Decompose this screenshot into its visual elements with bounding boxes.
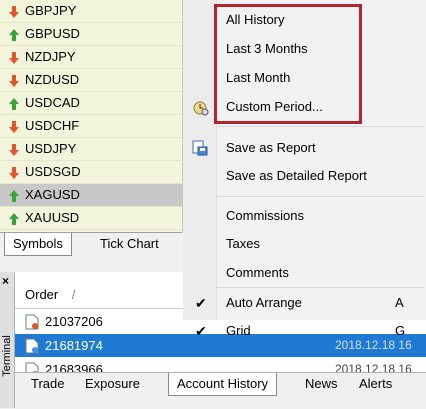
symbol-name: USDCHF — [25, 118, 80, 133]
arrow-up-icon — [8, 188, 20, 202]
symbol-row[interactable]: USDSGD — [0, 161, 182, 184]
menu-item-label: Taxes — [226, 236, 260, 251]
menu-item-shortcut: A — [395, 295, 404, 310]
arrow-down-icon — [8, 119, 20, 133]
menu-item-commissions[interactable]: Commissions — [183, 202, 426, 230]
menu-separator — [216, 196, 424, 197]
menu-item-label: Commissions — [226, 208, 305, 223]
order-column-header[interactable]: Order / — [25, 287, 75, 302]
tab-account-history[interactable]: Account History — [168, 373, 278, 396]
order-column-label: Order — [25, 287, 59, 302]
document-icon — [25, 338, 39, 354]
tab-news[interactable]: News — [297, 373, 346, 395]
arrow-down-icon — [8, 142, 20, 156]
tab-tick-chart[interactable]: Tick Chart — [92, 233, 167, 255]
menu-item-label: Grid — [226, 323, 251, 338]
symbol-name: USDSGD — [25, 164, 81, 179]
clock-icon — [192, 99, 210, 127]
order-id: 21681974 — [45, 338, 103, 353]
tab-label: Alerts — [359, 376, 393, 391]
checkmark-icon: ✔ — [195, 323, 207, 339]
symbol-row[interactable]: USDJPY — [0, 138, 182, 161]
sort-icon: / — [71, 287, 76, 302]
terminal-side-bar: × Terminal — [0, 272, 15, 408]
symbol-name: XAGUSD — [25, 187, 80, 202]
symbol-row[interactable]: XAGUSD — [0, 184, 182, 207]
checkmark-icon: ✔ — [195, 295, 207, 311]
symbol-name: XAUUSD — [25, 210, 80, 225]
order-id: 21037206 — [45, 314, 103, 329]
tab-label: Account History — [177, 376, 269, 391]
symbol-row[interactable]: XAUUSD — [0, 207, 182, 230]
menu-item-label: Auto Arrange — [226, 295, 302, 310]
terminal-tabs: Trade Exposure Account History News Aler… — [15, 372, 426, 409]
history-period-highlight — [214, 4, 362, 124]
tab-alerts[interactable]: Alerts — [351, 373, 400, 395]
symbol-name: GBPUSD — [25, 26, 80, 41]
menu-item-label: Save as Report — [226, 140, 316, 155]
menu-item-grid[interactable]: ✔ Grid G — [183, 317, 426, 345]
tab-label: Exposure — [85, 376, 140, 391]
symbol-row[interactable]: GBPJPY — [0, 0, 182, 23]
tab-symbols[interactable]: Symbols — [4, 233, 72, 256]
menu-separator — [216, 287, 424, 288]
tab-label: Tick Chart — [100, 236, 159, 251]
market-watch-tabs: Symbols Tick Chart — [0, 232, 182, 269]
tab-trade[interactable]: Trade — [23, 373, 72, 395]
menu-item-save-as-report[interactable]: Save as Report — [183, 134, 426, 162]
symbol-name: NZDJPY — [25, 49, 76, 64]
tab-label: Symbols — [13, 236, 63, 251]
menu-separator — [216, 126, 424, 127]
arrow-down-icon — [8, 73, 20, 87]
arrow-down-icon — [8, 4, 20, 18]
arrow-down-icon — [8, 165, 20, 179]
close-icon[interactable]: × — [2, 274, 9, 288]
arrow-up-icon — [8, 27, 20, 41]
terminal-label: Terminal — [1, 335, 13, 377]
symbol-name: GBPJPY — [25, 3, 77, 18]
menu-item-shortcut: G — [395, 323, 406, 338]
menu-item-auto-arrange[interactable]: ✔ Auto Arrange A — [183, 289, 426, 317]
symbol-name: NZDUSD — [25, 72, 80, 87]
tab-exposure[interactable]: Exposure — [77, 373, 148, 395]
arrow-up-icon — [8, 96, 20, 110]
arrow-up-icon — [8, 211, 20, 225]
tab-label: News — [305, 376, 338, 391]
menu-item-label: Save as Detailed Report — [226, 168, 367, 183]
symbol-row[interactable]: USDCAD — [0, 92, 182, 115]
symbol-row[interactable]: NZDJPY — [0, 46, 182, 69]
tab-label: Trade — [31, 376, 65, 391]
menu-item-comments[interactable]: Comments — [183, 259, 426, 287]
symbol-row[interactable]: USDCHF — [0, 115, 182, 138]
market-watch-list: GBPJPY GBPUSD NZDJPY NZDUSD USDCAD USDCHF USDJ… — [0, 0, 183, 232]
menu-item-taxes[interactable]: Taxes — [183, 230, 426, 258]
menu-item-save-detailed-report[interactable]: Save as Detailed Report — [183, 162, 426, 190]
symbol-row[interactable]: GBPUSD — [0, 23, 182, 46]
document-icon — [25, 314, 39, 330]
arrow-down-icon — [8, 50, 20, 64]
symbol-name: USDJPY — [25, 141, 77, 156]
menu-item-label: Comments — [226, 265, 289, 280]
symbol-row[interactable]: NZDUSD — [0, 69, 182, 92]
symbol-name: USDCAD — [25, 95, 80, 110]
